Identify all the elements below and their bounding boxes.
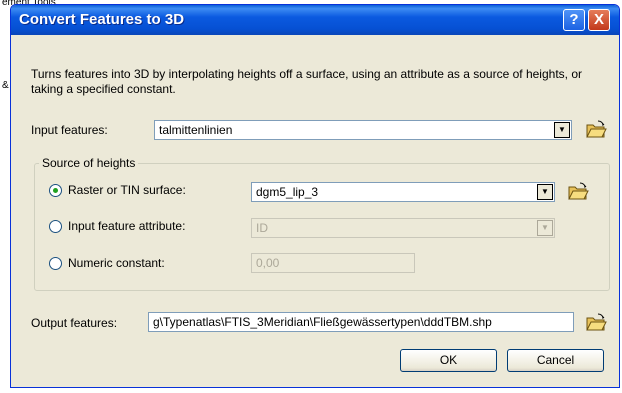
numeric-constant-radio[interactable]	[49, 257, 62, 270]
raster-surface-radio[interactable]	[49, 184, 62, 197]
numeric-constant-label: Numeric constant:	[68, 256, 165, 270]
numeric-constant-field: 0,00	[251, 253, 415, 273]
background-text-2: &	[2, 80, 9, 91]
tool-description: Turns features into 3D by interpolating …	[31, 67, 582, 96]
cancel-button[interactable]: Cancel	[507, 349, 604, 372]
ok-button[interactable]: OK	[400, 349, 497, 372]
feature-attribute-radio[interactable]	[49, 220, 62, 233]
input-features-label: Input features:	[31, 123, 108, 137]
convert-features-dialog: Convert Features to 3D ? X Turns feature…	[10, 4, 620, 388]
title-bar[interactable]: Convert Features to 3D ? X	[11, 5, 619, 35]
output-features-label: Output features:	[31, 316, 118, 330]
open-folder-icon[interactable]	[585, 311, 607, 333]
input-features-combobox[interactable]: talmittenlinien ▼	[154, 120, 572, 140]
feature-attribute-label: Input feature attribute:	[68, 219, 186, 233]
help-button[interactable]: ?	[563, 9, 585, 31]
raster-surface-combobox[interactable]: dgm5_lip_3 ▼	[251, 182, 555, 202]
feature-attribute-value: ID	[256, 221, 268, 235]
close-icon: X	[593, 11, 604, 28]
open-folder-icon[interactable]	[567, 180, 589, 202]
raster-surface-label: Raster or TIN surface:	[68, 183, 186, 197]
raster-surface-value: dgm5_lip_3	[256, 185, 319, 199]
help-icon: ?	[569, 11, 579, 28]
dropdown-arrow-icon: ▼	[537, 220, 553, 236]
dropdown-arrow-icon[interactable]: ▼	[537, 184, 553, 200]
output-features-value: g\Typenatlas\FTIS_3Meridian\Fließgewässe…	[153, 315, 492, 329]
close-button[interactable]: X	[588, 9, 610, 31]
output-features-field[interactable]: g\Typenatlas\FTIS_3Meridian\Fließgewässe…	[148, 312, 574, 332]
dialog-title: Convert Features to 3D	[19, 11, 185, 28]
feature-attribute-combobox: ID ▼	[251, 218, 555, 238]
source-of-heights-title: Source of heights	[39, 156, 139, 170]
numeric-constant-value: 0,00	[256, 256, 280, 270]
dropdown-arrow-icon[interactable]: ▼	[554, 122, 570, 138]
input-features-value: talmittenlinien	[159, 123, 233, 137]
open-folder-icon[interactable]	[585, 118, 607, 140]
